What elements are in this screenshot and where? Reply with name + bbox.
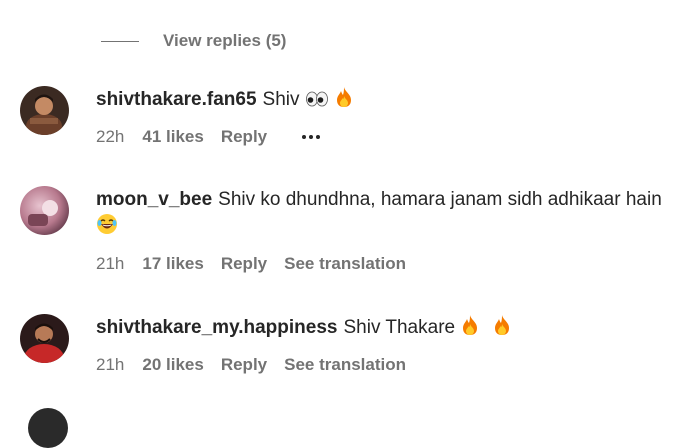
eyes-emoji-icon <box>305 88 329 116</box>
fire-emoji-icon <box>334 86 354 116</box>
avatar[interactable] <box>20 86 69 135</box>
avatar[interactable] <box>20 186 69 235</box>
fire-emoji-icon <box>460 314 480 344</box>
comment-meta: 21h 17 likes Reply See translation <box>96 254 680 274</box>
view-replies-label: View replies (5) <box>163 31 287 50</box>
comment-username[interactable]: moon_v_bee <box>96 189 212 210</box>
comment-username[interactable]: shivthakare.fan65 <box>96 89 257 110</box>
comment-text: moon_v_bee Shiv ko dhundhna, hamara janam… <box>96 186 680 243</box>
reply-button[interactable]: Reply <box>221 355 267 375</box>
reply-button[interactable]: Reply <box>221 127 267 147</box>
comment-body: Shiv <box>262 89 300 110</box>
comment-meta: 22h 41 likes Reply <box>96 127 680 147</box>
avatar[interactable] <box>20 314 69 363</box>
comment-body: Shiv ko dhundhna, hamara janam sidh adhi… <box>218 189 662 210</box>
comment-time: 21h <box>96 355 125 374</box>
fire-emoji-icon <box>492 314 512 344</box>
comment-text: shivthakare_my.happiness Shiv Thakare <box>96 314 680 344</box>
reply-button[interactable]: Reply <box>221 254 267 274</box>
laughing-emoji-icon <box>96 213 118 243</box>
likes-button[interactable]: 17 likes <box>142 254 203 274</box>
divider-line <box>101 40 139 42</box>
comment-meta: 21h 20 likes Reply See translation <box>96 355 680 375</box>
likes-button[interactable]: 20 likes <box>142 355 203 375</box>
comment-body: Shiv Thakare <box>343 317 456 338</box>
likes-button[interactable]: 41 likes <box>142 127 203 147</box>
comment-time: 21h <box>96 254 125 273</box>
comment-time: 22h <box>96 127 125 146</box>
avatar[interactable] <box>28 408 68 448</box>
see-translation-button[interactable]: See translation <box>284 254 406 274</box>
more-options-icon[interactable] <box>300 131 322 143</box>
see-translation-button[interactable]: See translation <box>284 355 406 375</box>
view-replies-button[interactable]: View replies (5) <box>101 30 286 52</box>
comment-text: shivthakare.fan65 Shiv <box>96 86 680 116</box>
comment-username[interactable]: shivthakare_my.happiness <box>96 317 337 338</box>
